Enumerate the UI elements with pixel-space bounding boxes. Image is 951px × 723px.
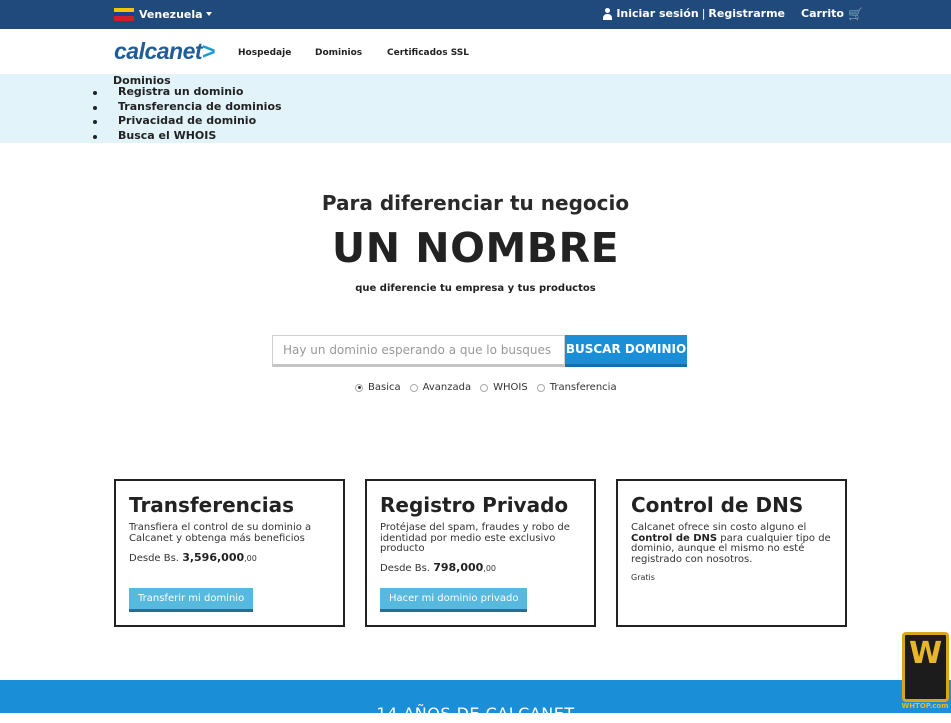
radio-avanzada[interactable]: Avanzada (409, 382, 472, 393)
nav-item-dominios[interactable]: Dominios (315, 48, 362, 58)
domain-search-input[interactable]: Hay un dominio esperando a que lo busque… (272, 335, 565, 367)
nav-item-hospedaje[interactable]: Hospedaje (238, 48, 291, 58)
nav-item-certificados-ssl[interactable]: Certificados SSL (387, 48, 469, 58)
card-transferencias: Transferencias Transfiera el control de … (114, 479, 345, 627)
submenu-item-transferencia[interactable]: Transferencia de dominios (93, 100, 282, 115)
calcanet-logo[interactable]: calcanet> (114, 38, 215, 65)
country-selector[interactable]: Venezuela (114, 7, 212, 21)
country-label: Venezuela (139, 7, 203, 21)
search-domain-button[interactable]: BUSCAR DOMINIO (565, 335, 687, 367)
cart-link[interactable]: Carrito 🛒 (801, 7, 863, 20)
top-bar: Venezuela Iniciar sesión | Registrarme C… (0, 0, 951, 29)
card-text: Protéjase del spam, fraudes y robo de id… (380, 522, 570, 554)
radio-empty-icon (409, 383, 418, 392)
footer-title: 14 AÑOS DE CALCANET (376, 704, 575, 723)
hero-subtitle: Para diferenciar tu negocio (321, 191, 630, 215)
radio-transferencia[interactable]: Transferencia (536, 382, 617, 393)
card-title: Registro Privado (380, 493, 569, 517)
radio-basica[interactable]: Basica (355, 382, 401, 393)
cart-label: Carrito (801, 7, 844, 20)
card-text-start: Calcanet ofrece sin costo alguno el (631, 522, 807, 533)
price-amount: 798,000 (433, 561, 484, 574)
radio-whois[interactable]: WHOIS (480, 382, 528, 393)
radio-empty-icon (536, 383, 545, 392)
card-price: Desde Bs. 798,000,00 (380, 561, 496, 574)
radio-label: Transferencia (549, 382, 617, 393)
submenu-list: Registra un dominio Transferencia de dom… (93, 85, 282, 144)
card-control-dns: Control de DNS Calcanet ofrece sin costo… (616, 479, 847, 627)
logo-text: calcanet (114, 38, 203, 64)
price-prefix: Desde Bs. (129, 553, 179, 564)
account-links: Iniciar sesión | Registrarme (602, 7, 785, 20)
login-link[interactable]: Iniciar sesión (616, 7, 698, 20)
submenu-item-whois[interactable]: Busca el WHOIS (93, 129, 282, 144)
cart-icon: 🛒 (847, 6, 863, 21)
radio-label: Avanzada (422, 382, 472, 393)
hero-title: UN NOMBRE (331, 224, 620, 272)
card-text-bold: Control de DNS (631, 532, 718, 544)
whtop-watermark: W WHTOP.com (901, 632, 951, 713)
account-separator: | (701, 7, 706, 20)
card-text: Calcanet ofrece sin costo alguno el Cont… (631, 522, 836, 565)
card-title: Transferencias (129, 493, 294, 517)
card-note: Gratis (631, 573, 655, 582)
logo-arrow-icon: > (202, 38, 215, 64)
radio-empty-icon (480, 383, 489, 392)
card-registro-privado: Registro Privado Protéjase del spam, fra… (365, 479, 596, 627)
register-link[interactable]: Registrarme (708, 7, 785, 20)
search-type-radios: Basica Avanzada WHOIS Transferencia (355, 382, 626, 393)
price-amount: 3,596,000 (182, 551, 245, 564)
submenu-item-registra[interactable]: Registra un dominio (93, 85, 282, 100)
price-prefix: Desde Bs. (380, 563, 430, 574)
price-decimals: ,00 (483, 564, 497, 573)
dominios-submenu: Dominios Registra un dominio Transferenc… (0, 74, 951, 143)
venezuela-flag-icon (114, 7, 134, 21)
card-text: Transfiera el control de su dominio a Ca… (129, 522, 312, 544)
transfer-domain-button[interactable]: Transferir mi dominio (129, 588, 254, 612)
footer-band: 14 AÑOS DE CALCANET (0, 680, 951, 723)
price-decimals: ,00 (244, 554, 257, 563)
submenu-item-privacidad[interactable]: Privacidad de dominio (93, 114, 282, 129)
card-title: Control de DNS (631, 493, 804, 517)
user-icon (602, 7, 613, 20)
card-price: Desde Bs. 3,596,000,00 (129, 551, 257, 564)
caret-down-icon (205, 12, 212, 16)
watermark-letters: W (908, 636, 943, 671)
radio-selected-icon (355, 383, 363, 392)
watermark-tag: WHTOP.com (901, 702, 949, 710)
radio-label: Basica (368, 382, 401, 393)
radio-label: WHOIS (493, 382, 528, 393)
private-domain-button[interactable]: Hacer mi dominio privado (380, 588, 528, 612)
hero-description: que diferencie tu empresa y tus producto… (355, 283, 596, 294)
main-navbar: calcanet> Hospedaje Dominios Certificado… (0, 29, 951, 74)
